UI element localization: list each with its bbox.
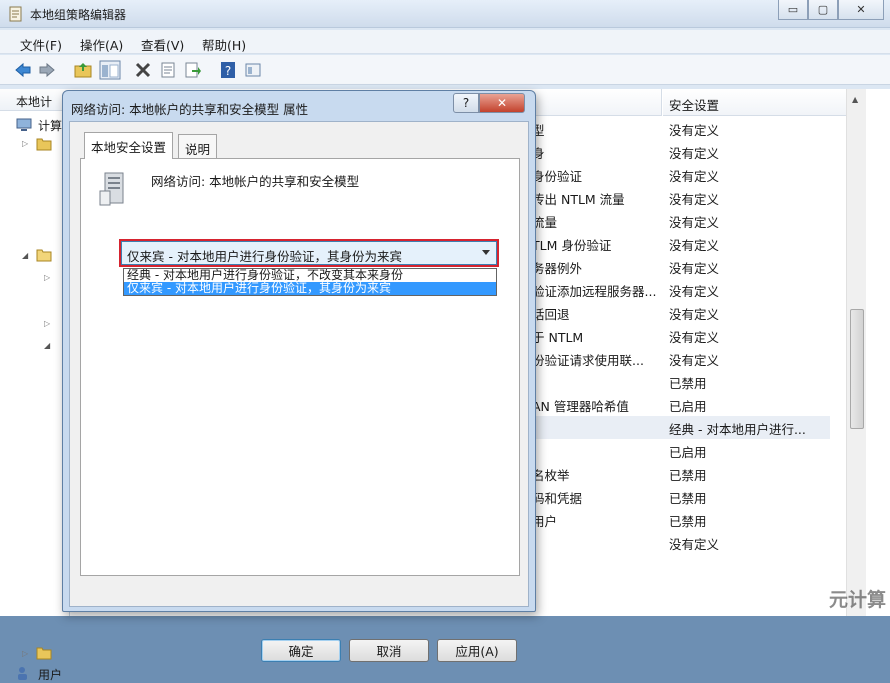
minimize-button[interactable]: ▭ xyxy=(778,0,808,20)
policy-cell: 身份验证 xyxy=(532,169,583,184)
up-folder-icon[interactable] xyxy=(74,61,92,79)
tree-pane: 本地计 计算 ▷ ◢ ▷ ▷ ◢ ▷ 用户 xyxy=(0,89,70,682)
forward-arrow-icon[interactable] xyxy=(38,61,56,79)
dialog-title: 网络访问: 本地帐户的共享和安全模型 属性 xyxy=(71,102,309,117)
close-button[interactable]: ✕ xyxy=(838,0,884,20)
maximize-icon: ▢ xyxy=(817,3,829,16)
policy-cell: 验证添加远程服务器... xyxy=(532,284,657,299)
dialog-caption-buttons: ? ✕ xyxy=(453,93,525,113)
setting-cell: 没有定义 xyxy=(669,238,720,253)
setting-cell: 没有定义 xyxy=(669,146,720,161)
question-icon: ? xyxy=(462,96,470,110)
caption-buttons: ▭ ▢ ✕ xyxy=(778,0,884,20)
tab-panel: 网络访问: 本地帐户的共享和安全模型 仅来宾 - 对本地用户进行身份验证，其身份… xyxy=(80,158,520,576)
computer-icon xyxy=(16,118,32,131)
setting-cell: 没有定义 xyxy=(669,537,720,552)
window-title: 本地组策略编辑器 xyxy=(30,8,127,22)
toolbar: ? xyxy=(0,55,890,85)
scrollbar-thumb[interactable] xyxy=(850,309,864,429)
menu-bar: 文件(F) 操作(A) 查看(V) 帮助(H) xyxy=(0,30,890,54)
expand-arrow-icon[interactable]: ▷ xyxy=(44,319,50,328)
apply-button[interactable]: 应用(A) xyxy=(437,639,517,662)
dialog-body: 本地安全设置 说明 网络访问: 本地帐户的共享和安全模型 仅来宾 - 对本地用户… xyxy=(69,121,529,607)
properties-dialog: 网络访问: 本地帐户的共享和安全模型 属性 ? ✕ 本地安全设置 说明 网络访问… xyxy=(62,90,536,662)
policy-cell: 务器例外 xyxy=(532,261,583,276)
policy-cell: 份验证请求使用联... xyxy=(532,353,644,368)
setting-cell: 没有定义 xyxy=(669,215,720,230)
minimize-icon: ▭ xyxy=(787,3,799,16)
show-hide-tree-icon[interactable] xyxy=(99,60,121,80)
ok-button[interactable]: 确定 xyxy=(261,639,341,662)
menu-help[interactable]: 帮助(H) xyxy=(202,35,246,54)
menu-view[interactable]: 查看(V) xyxy=(141,35,184,54)
setting-cell: 已禁用 xyxy=(669,376,707,391)
setting-cell: 没有定义 xyxy=(669,353,720,368)
expand-arrow-icon[interactable]: ▷ xyxy=(22,139,28,148)
tab-explain[interactable]: 说明 xyxy=(178,134,218,158)
policy-name: 网络访问: 本地帐户的共享和安全模型 xyxy=(151,174,360,189)
expand-arrow-icon[interactable]: ▷ xyxy=(44,273,50,282)
chevron-down-icon[interactable] xyxy=(482,250,490,255)
folder-open-icon xyxy=(36,249,52,262)
cancel-button[interactable]: 取消 xyxy=(349,639,429,662)
policy-cell: 于 NTLM xyxy=(532,330,584,345)
menu-action[interactable]: 操作(A) xyxy=(80,35,123,54)
close-icon: ✕ xyxy=(856,3,866,16)
folder-icon xyxy=(36,138,52,151)
dropdown-list: 经典 - 对本地用户进行身份验证，不改变其本来身份 仅来宾 - 对本地用户进行身… xyxy=(123,268,497,296)
collapse-arrow-icon[interactable]: ◢ xyxy=(22,251,28,260)
vertical-scrollbar[interactable]: ▲ xyxy=(846,89,866,616)
policy-cell: AN 管理器哈希值 xyxy=(532,399,629,414)
policy-cell: TLM 身份验证 xyxy=(532,238,612,253)
setting-cell: 没有定义 xyxy=(669,169,720,184)
mmc-icon[interactable] xyxy=(244,61,262,79)
setting-cell: 已禁用 xyxy=(669,514,707,529)
expand-arrow-icon[interactable]: ▷ xyxy=(22,649,28,658)
setting-cell: 没有定义 xyxy=(669,284,720,299)
column-header-setting-label: 安全设置 xyxy=(669,98,720,113)
tree-header: 本地计 xyxy=(0,89,70,111)
users-icon xyxy=(18,667,27,680)
svg-text:?: ? xyxy=(225,64,231,78)
policy-cell: 传出 NTLM 流量 xyxy=(532,192,625,207)
tree-header-label: 本地计 xyxy=(16,95,53,109)
help-icon[interactable]: ? xyxy=(219,61,237,79)
gpedit-app-icon xyxy=(9,6,22,22)
delete-icon[interactable] xyxy=(134,61,152,79)
close-icon: ✕ xyxy=(496,96,508,110)
watermark-logo: 元计算 xyxy=(828,589,886,611)
dialog-close-button[interactable]: ✕ xyxy=(479,93,525,113)
dropdown-selected-value: 仅来宾 - 对本地用户进行身份验证，其身份为来宾 xyxy=(127,249,402,264)
menu-file[interactable]: 文件(F) xyxy=(20,35,62,54)
setting-cell: 没有定义 xyxy=(669,261,720,276)
tab-local-security-setting[interactable]: 本地安全设置 xyxy=(84,132,174,159)
option-guest-only[interactable]: 仅来宾 - 对本地用户进行身份验证，其身份为来宾 xyxy=(124,282,496,295)
setting-cell: 没有定义 xyxy=(669,307,720,322)
tree-item-computer[interactable]: 计算 xyxy=(38,117,62,134)
setting-cell: 已禁用 xyxy=(669,468,707,483)
policy-cell: 话回退 xyxy=(532,307,570,322)
back-arrow-icon[interactable] xyxy=(14,61,32,79)
column-header-setting[interactable]: 安全设置 xyxy=(663,89,847,116)
export-icon[interactable] xyxy=(184,61,202,79)
setting-cell: 已启用 xyxy=(669,445,707,460)
folder-icon xyxy=(36,647,52,660)
collapse-arrow-icon[interactable]: ◢ xyxy=(44,341,50,350)
setting-cell: 已启用 xyxy=(669,399,707,414)
setting-cell: 没有定义 xyxy=(669,330,720,345)
setting-cell: 没有定义 xyxy=(669,123,720,138)
scroll-up-icon[interactable]: ▲ xyxy=(852,95,858,104)
policy-cell: 名枚举 xyxy=(532,468,570,483)
setting-cell: 没有定义 xyxy=(669,192,720,207)
setting-cell: 经典 - 对本地用户进行... xyxy=(669,422,806,437)
setting-cell: 已禁用 xyxy=(669,491,707,506)
tree-item-user[interactable]: 用户 xyxy=(38,666,62,683)
properties-icon[interactable] xyxy=(159,61,177,79)
policy-cell: 码和凭据 xyxy=(532,491,583,506)
sharing-model-dropdown[interactable]: 仅来宾 - 对本地用户进行身份验证，其身份为来宾 xyxy=(121,241,497,265)
title-bar[interactable]: 本地组策略编辑器 ▭ ▢ ✕ xyxy=(0,0,890,28)
server-policy-icon xyxy=(99,172,124,206)
dialog-help-button[interactable]: ? xyxy=(453,93,479,113)
maximize-button[interactable]: ▢ xyxy=(808,0,838,20)
